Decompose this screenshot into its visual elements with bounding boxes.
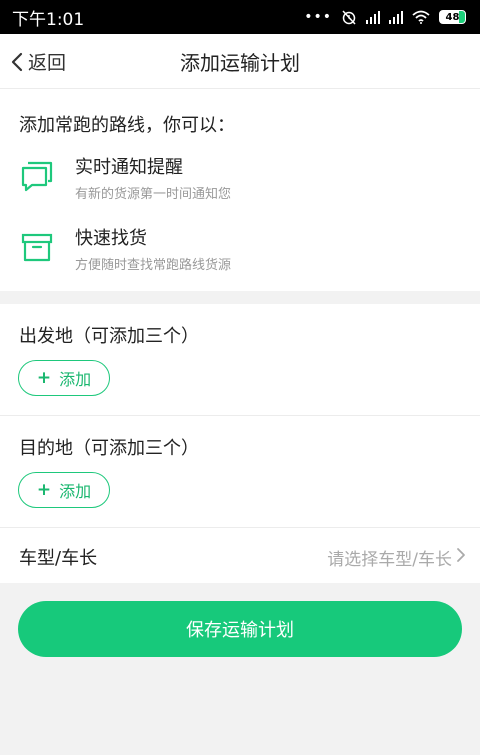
save-plan-button[interactable]: 保存运输计划 bbox=[18, 601, 462, 657]
vehicle-placeholder: 请选择车型/车长 bbox=[327, 550, 452, 570]
departure-section: 出发地（可添加三个） + 添加 bbox=[0, 304, 480, 415]
chat-bubbles-icon bbox=[21, 161, 53, 192]
add-departure-button[interactable]: + 添加 bbox=[18, 360, 110, 396]
add-destination-button[interactable]: + 添加 bbox=[18, 472, 110, 508]
wifi-icon bbox=[412, 10, 430, 24]
intro-title: 添加常跑的路线，你可以： bbox=[19, 115, 235, 136]
back-button[interactable]: 返回 bbox=[10, 34, 66, 89]
status-bar: 下午1:01 ••• 48 bbox=[0, 0, 480, 34]
status-time: 下午1:01 bbox=[12, 9, 85, 30]
intro-section: 添加常跑的路线，你可以： 实时通知提醒 有新的货源第一时间通知您 快速找货 方便… bbox=[0, 89, 480, 291]
vehicle-type-row[interactable]: 车型/车长 请选择车型/车长 bbox=[0, 528, 480, 583]
nav-bar: 返回 添加运输计划 bbox=[0, 34, 480, 89]
chevron-right-icon bbox=[457, 548, 465, 562]
destination-section: 目的地（可添加三个） + 添加 bbox=[0, 416, 480, 527]
archive-box-icon bbox=[21, 233, 53, 262]
signal-2-icon bbox=[389, 10, 403, 24]
add-label: 添加 bbox=[59, 370, 92, 389]
signal-1-icon bbox=[366, 10, 380, 24]
feature-realtime-notify: 实时通知提醒 有新的货源第一时间通知您 bbox=[0, 153, 480, 213]
back-label: 返回 bbox=[28, 52, 67, 74]
destination-label: 目的地（可添加三个） bbox=[19, 438, 199, 459]
feature-subtitle: 有新的货源第一时间通知您 bbox=[75, 187, 232, 202]
battery-level: 48 bbox=[445, 11, 460, 23]
more-notifications-icon: ••• bbox=[304, 9, 332, 25]
vehicle-label: 车型/车长 bbox=[19, 548, 98, 569]
departure-label: 出发地（可添加三个） bbox=[19, 326, 199, 347]
battery-icon: 48 bbox=[439, 10, 466, 24]
feature-title: 实时通知提醒 bbox=[75, 157, 183, 178]
plus-icon: + bbox=[36, 368, 52, 388]
feature-title: 快速找货 bbox=[75, 228, 147, 249]
feature-quick-find: 快速找货 方便随时查找常跑路线货源 bbox=[0, 224, 480, 284]
feature-subtitle: 方便随时查找常跑路线货源 bbox=[75, 258, 232, 273]
page-title: 添加运输计划 bbox=[180, 50, 300, 75]
chevron-left-icon bbox=[11, 52, 23, 71]
alarm-off-icon bbox=[342, 10, 356, 25]
system-icons: ••• 48 bbox=[304, 9, 466, 25]
add-label: 添加 bbox=[59, 482, 92, 501]
plus-icon: + bbox=[36, 480, 52, 500]
